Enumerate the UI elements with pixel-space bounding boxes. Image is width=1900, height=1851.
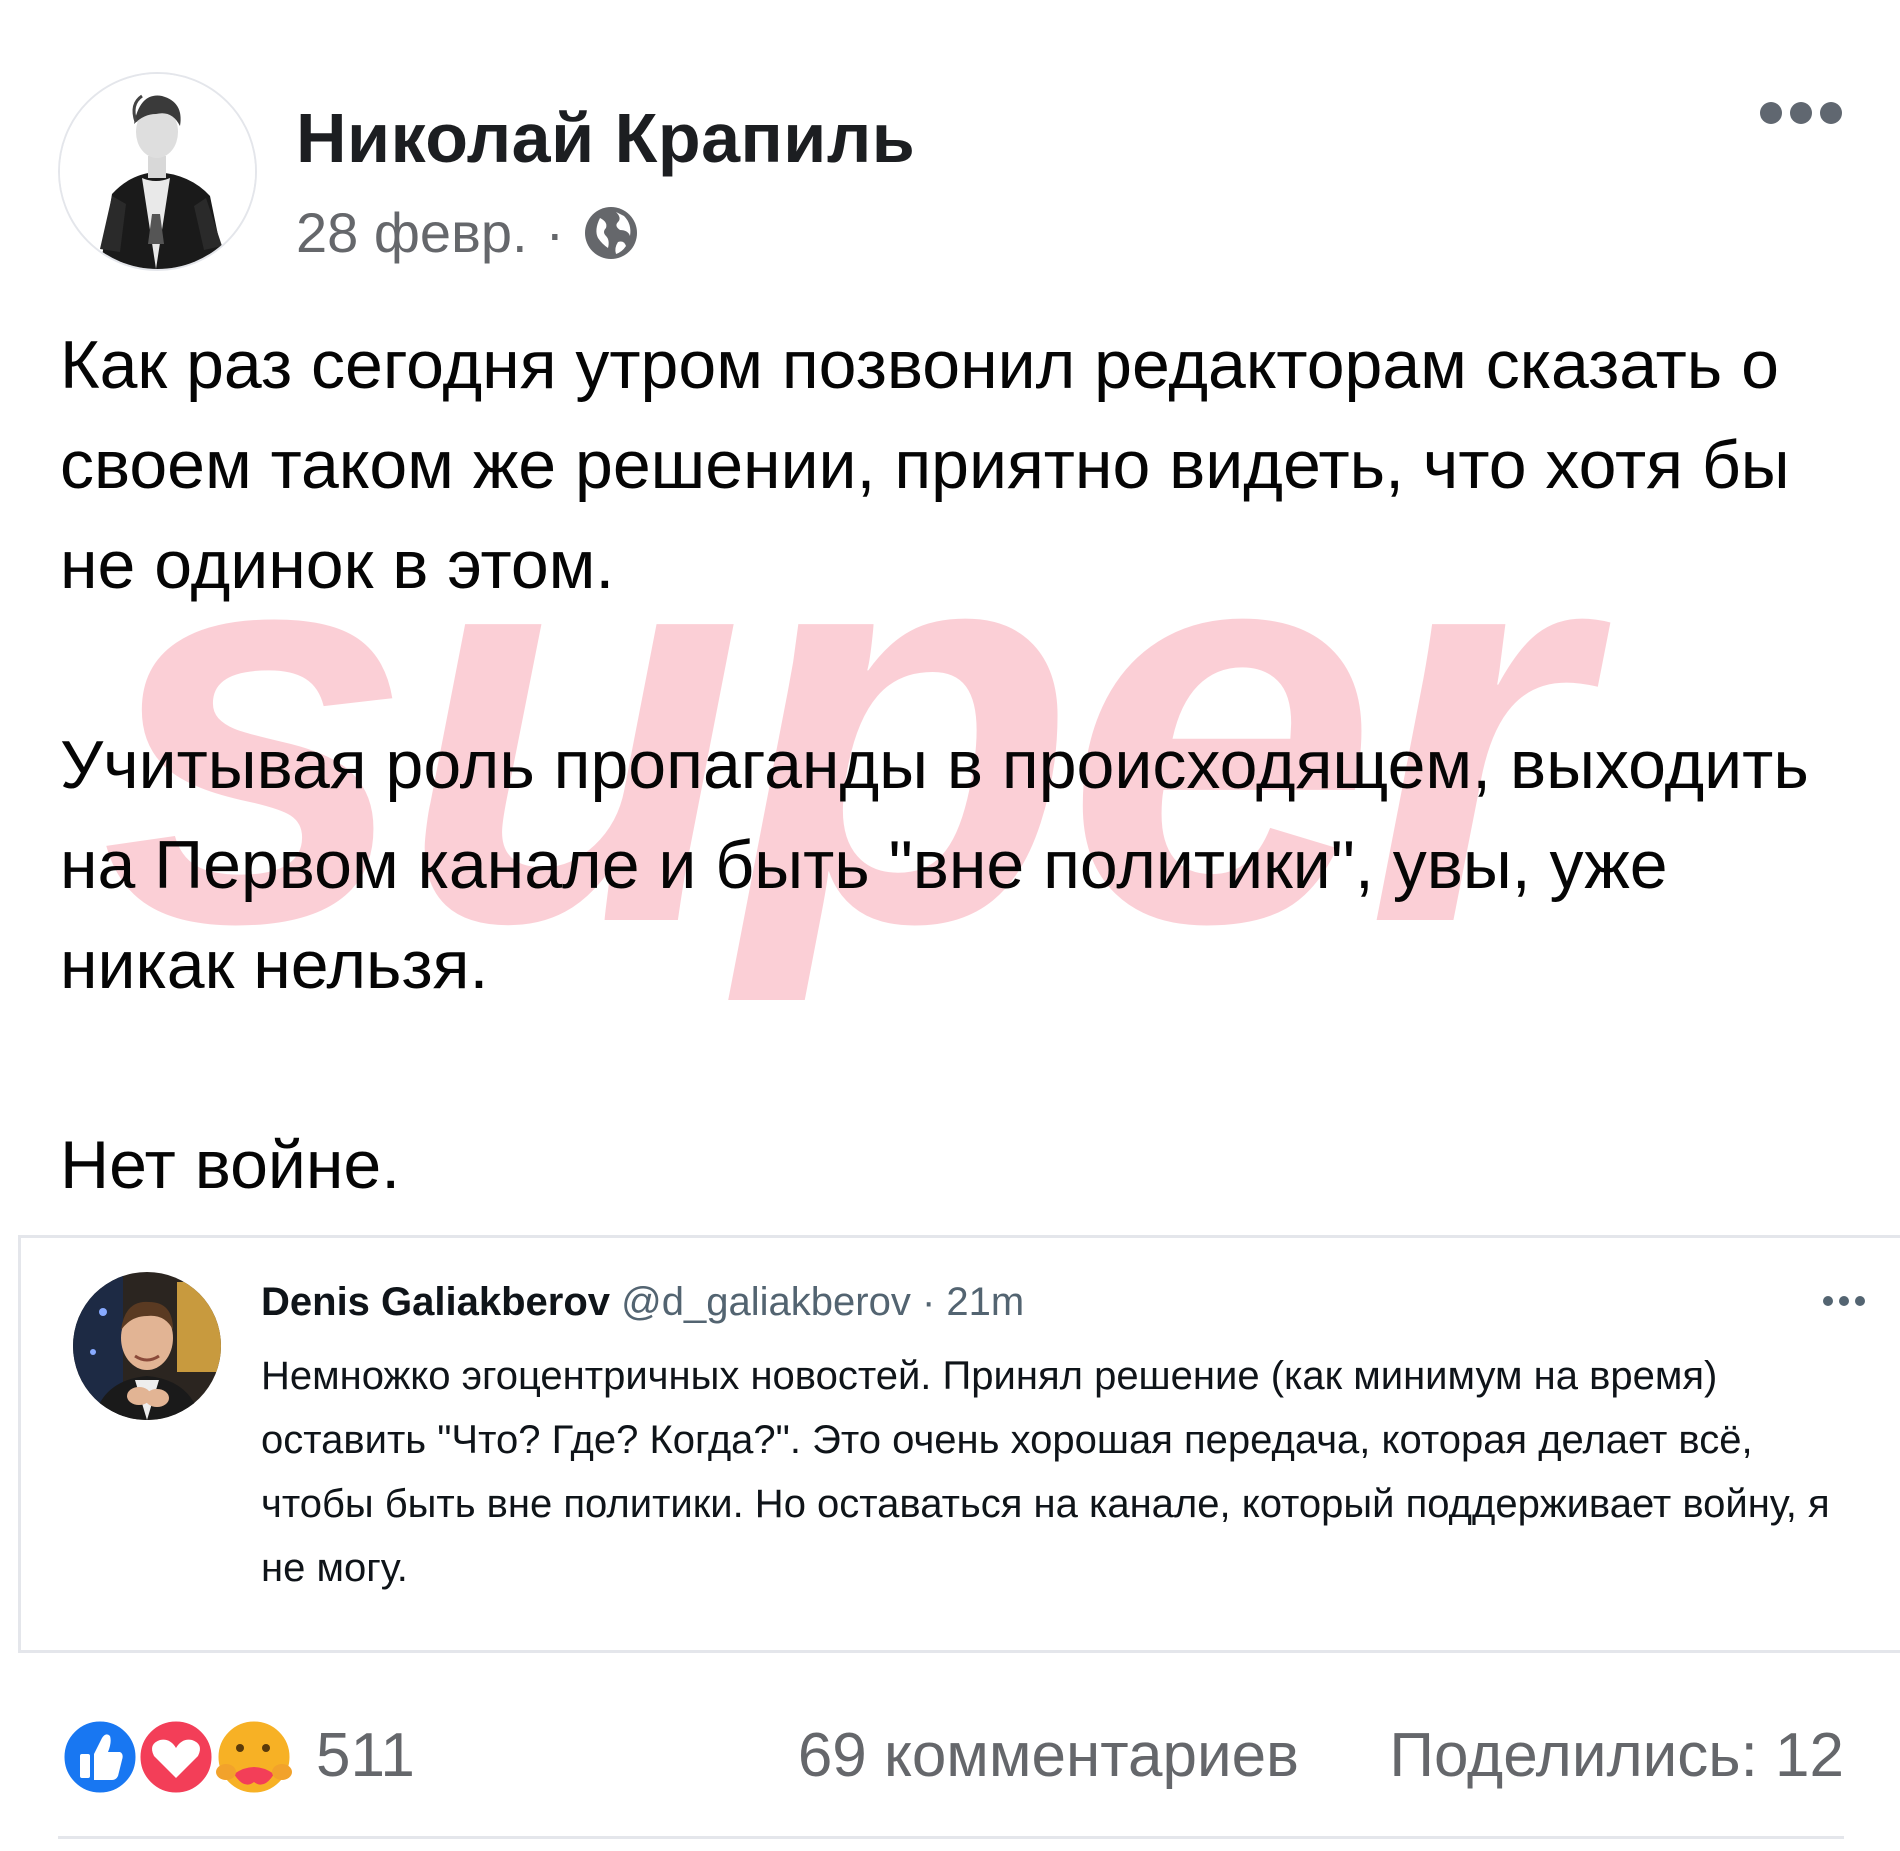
author-avatar-image xyxy=(60,74,255,269)
meta-separator: · xyxy=(545,201,565,264)
tweet-header: Denis Galiakberov @d_galiakberov · 21m xyxy=(261,1280,1024,1325)
post-footer: 511 69 комментариев Поделились: 12 xyxy=(58,1706,1844,1806)
tweet-author-handle[interactable]: @d_galiakberov xyxy=(621,1280,911,1324)
tweet-separator: · xyxy=(921,1280,936,1324)
tweet-time[interactable]: 21m xyxy=(946,1280,1024,1324)
author-avatar[interactable] xyxy=(58,72,257,271)
globe-icon[interactable] xyxy=(582,204,640,262)
post-paragraph: Учитывая роль пропаганды в происходящем,… xyxy=(60,727,1809,1003)
like-icon xyxy=(59,1716,141,1798)
tweet-author-avatar[interactable] xyxy=(73,1272,221,1420)
reactions-summary[interactable] xyxy=(58,1714,298,1800)
footer-divider xyxy=(58,1836,1844,1839)
tweet-more-icon[interactable] xyxy=(1823,1296,1865,1306)
embedded-tweet[interactable]: Denis Galiakberov @d_galiakberov · 21m Н… xyxy=(18,1235,1900,1653)
tweet-text: Немножко эгоцентричных новостей. Принял … xyxy=(261,1354,1830,1590)
love-icon xyxy=(135,1716,217,1798)
reaction-count[interactable]: 511 xyxy=(316,1720,415,1791)
shares-count-link[interactable]: Поделились: 12 xyxy=(1389,1720,1844,1791)
tweet-author-name[interactable]: Denis Galiakberov xyxy=(261,1280,610,1324)
post-date[interactable]: 28 февр. xyxy=(296,200,528,265)
comments-count-link[interactable]: 69 комментариев xyxy=(798,1720,1299,1791)
post-paragraph: Нет войне. xyxy=(60,1127,401,1203)
post-meta: 28 февр. · xyxy=(296,200,640,265)
facebook-post: Николай Крапиль 28 февр. · super Как раз… xyxy=(0,0,1900,1851)
post-body: Как раз сегодня утром позвонил редактора… xyxy=(60,315,1820,1215)
author-name[interactable]: Николай Крапиль xyxy=(296,98,915,178)
more-options-icon[interactable] xyxy=(1760,102,1842,124)
care-icon xyxy=(213,1716,295,1798)
post-paragraph: Как раз сегодня утром позвонил редактора… xyxy=(60,327,1790,603)
